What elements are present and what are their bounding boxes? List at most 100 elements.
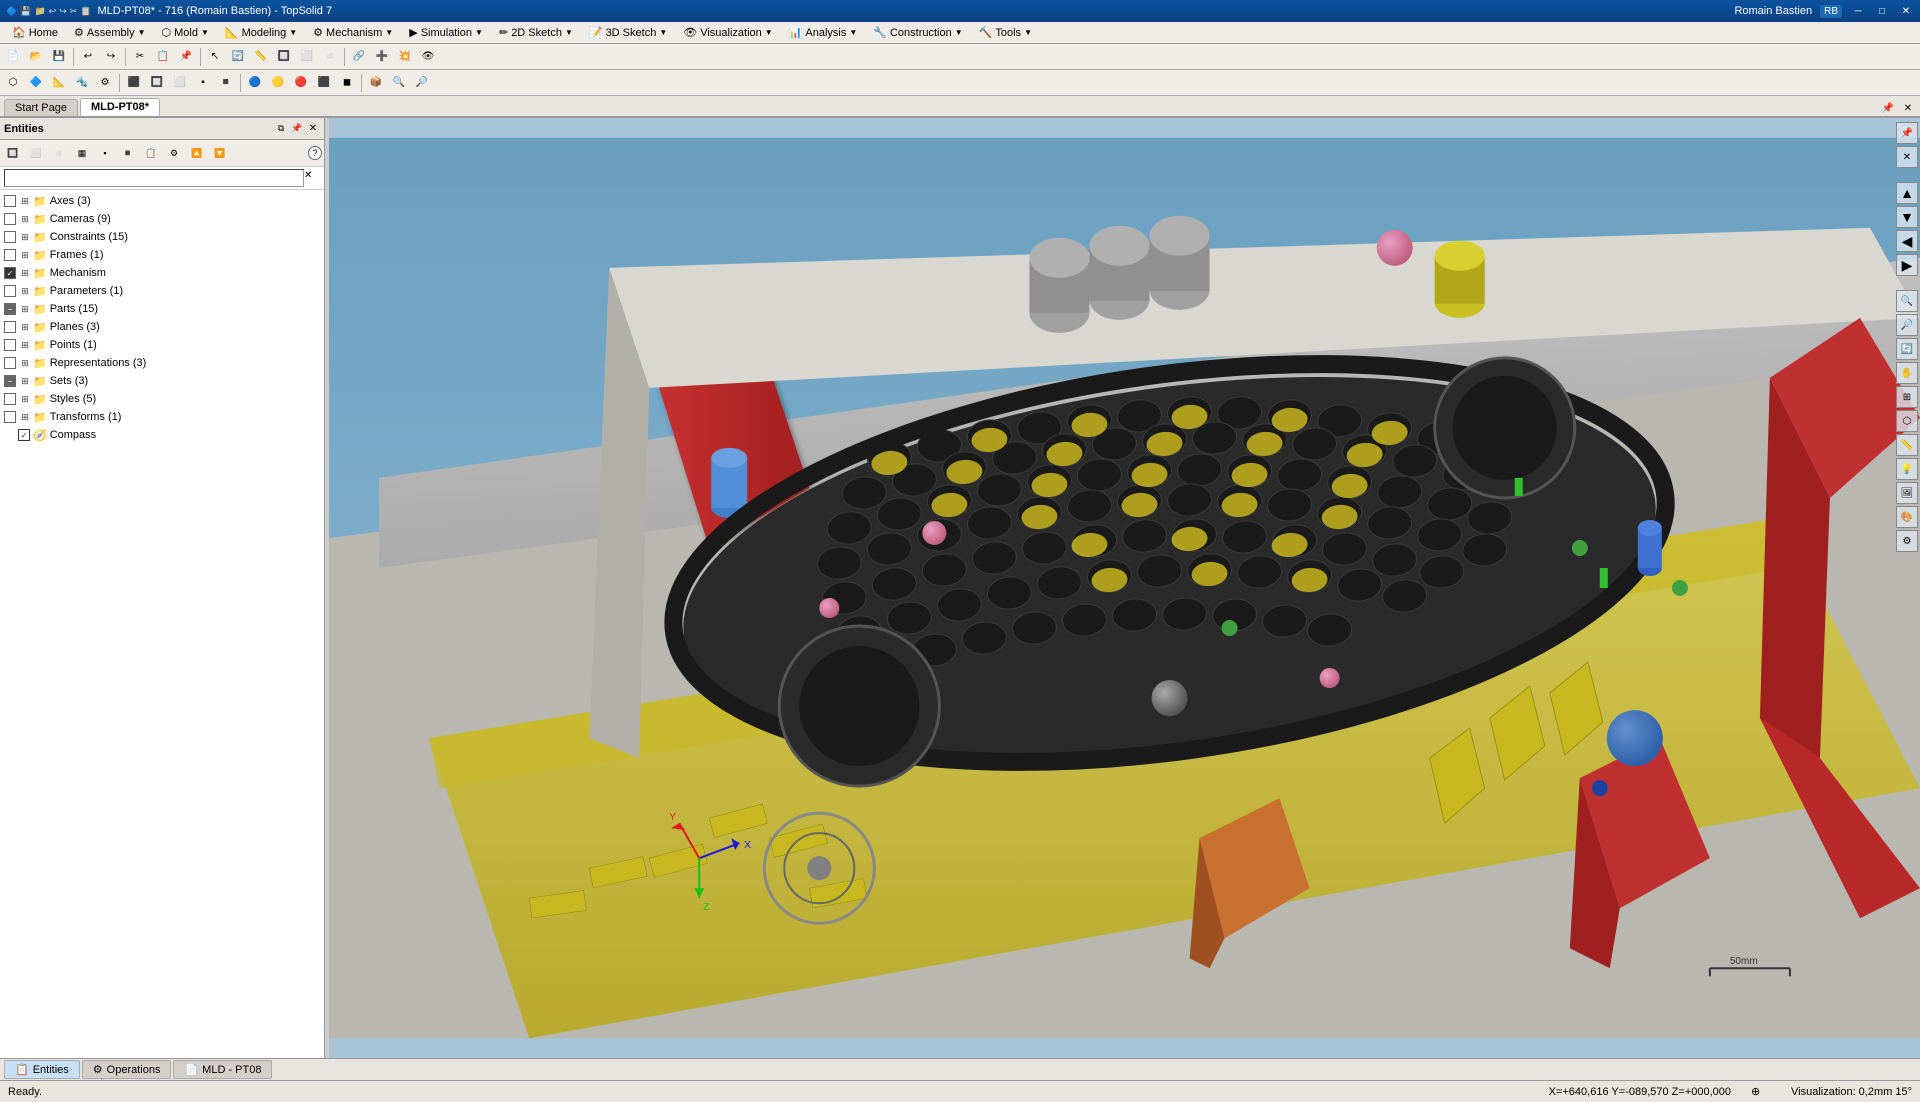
cameras-checkbox[interactable]: [4, 213, 16, 225]
tb2-16[interactable]: 📦: [365, 72, 387, 94]
tabs-close-button[interactable]: ✕: [1900, 100, 1916, 116]
sets-checkbox[interactable]: −: [4, 375, 16, 387]
menu-modeling[interactable]: 📐 Modeling ▼: [217, 22, 305, 43]
vp-close-button[interactable]: ✕: [1896, 146, 1918, 168]
tb2-8[interactable]: ⬜: [169, 72, 191, 94]
representations-expand[interactable]: ⊞: [19, 357, 31, 369]
bottom-tab-mld-pt08[interactable]: 📄 MLD - PT08: [173, 1060, 272, 1079]
vp-light[interactable]: 💡: [1896, 458, 1918, 480]
styles-checkbox[interactable]: [4, 393, 16, 405]
toolbar-icon-6[interactable]: 📋: [80, 6, 91, 17]
tb-insert[interactable]: ➕: [371, 46, 393, 68]
bottom-tab-operations[interactable]: ⚙ Operations: [82, 1060, 172, 1079]
tree-item-parameters[interactable]: ⊞ 📁 Parameters (1): [0, 282, 324, 300]
tb2-15[interactable]: ◼: [336, 72, 358, 94]
toolbar-icon-3[interactable]: ↩: [49, 6, 57, 17]
tb2-10[interactable]: ◾: [215, 72, 237, 94]
toolbar-icon-1[interactable]: 💾: [20, 6, 31, 17]
minimize-button[interactable]: ─: [1850, 4, 1866, 18]
mechanism-checkbox[interactable]: ✓: [4, 267, 16, 279]
et-btn-2[interactable]: ⬜: [25, 142, 47, 164]
vp-fit[interactable]: ⊞: [1896, 386, 1918, 408]
tb-view3[interactable]: ◽: [319, 46, 341, 68]
tb2-13[interactable]: 🔴: [290, 72, 312, 94]
nav-down-button[interactable]: ▼: [1896, 206, 1918, 228]
tree-item-representations[interactable]: ⊞ 📁 Representations (3): [0, 354, 324, 372]
et-btn-9[interactable]: 🔼: [186, 142, 208, 164]
transforms-expand[interactable]: ⊞: [19, 411, 31, 423]
entities-float-button[interactable]: ⧉: [274, 122, 288, 136]
tree-item-frames[interactable]: ⊞ 📁 Frames (1): [0, 246, 324, 264]
transforms-checkbox[interactable]: [4, 411, 16, 423]
vp-zoom-in[interactable]: 🔍: [1896, 290, 1918, 312]
cameras-expand[interactable]: ⊞: [19, 213, 31, 225]
tb-undo[interactable]: ↩: [77, 46, 99, 68]
planes-expand[interactable]: ⊞: [19, 321, 31, 333]
tb2-7[interactable]: 🔲: [146, 72, 168, 94]
constraints-checkbox[interactable]: [4, 231, 16, 243]
tb-copy[interactable]: 📋: [152, 46, 174, 68]
tree-item-transforms[interactable]: ⊞ 📁 Transforms (1): [0, 408, 324, 426]
tb2-4[interactable]: 🔩: [71, 72, 93, 94]
vp-render[interactable]: 🖼: [1896, 482, 1918, 504]
nav-left-button[interactable]: ◀: [1896, 230, 1918, 252]
tb2-6[interactable]: ⬛: [123, 72, 145, 94]
menu-assembly[interactable]: ⚙ Assembly ▼: [66, 22, 153, 43]
frames-expand[interactable]: ⊞: [19, 249, 31, 261]
axes-expand[interactable]: ⊞: [19, 195, 31, 207]
vp-color[interactable]: 🎨: [1896, 506, 1918, 528]
axes-checkbox[interactable]: [4, 195, 16, 207]
tree-item-points[interactable]: ⊞ 📁 Points (1): [0, 336, 324, 354]
tb2-2[interactable]: 🔷: [25, 72, 47, 94]
tb2-18[interactable]: 🔎: [411, 72, 433, 94]
menu-mechanism[interactable]: ⚙ Mechanism ▼: [305, 22, 401, 43]
tree-item-compass[interactable]: ✓ 🧭 Compass: [0, 426, 324, 444]
constraints-expand[interactable]: ⊞: [19, 231, 31, 243]
nav-right-button[interactable]: ▶: [1896, 254, 1918, 276]
menu-3dsketch[interactable]: 📝 3D Sketch ▼: [581, 22, 675, 43]
menu-2dsketch[interactable]: ✏ 2D Sketch ▼: [491, 22, 581, 43]
et-btn-5[interactable]: ▪: [94, 142, 116, 164]
tb2-3[interactable]: 📐: [48, 72, 70, 94]
vp-pan[interactable]: ✋: [1896, 362, 1918, 384]
vp-rotate[interactable]: 🔄: [1896, 338, 1918, 360]
parameters-checkbox[interactable]: [4, 285, 16, 297]
et-btn-1[interactable]: 🔲: [2, 142, 24, 164]
styles-expand[interactable]: ⊞: [19, 393, 31, 405]
tree-item-styles[interactable]: ⊞ 📁 Styles (5): [0, 390, 324, 408]
tb-save[interactable]: 💾: [48, 46, 70, 68]
tb-view2[interactable]: ⬜: [296, 46, 318, 68]
parts-checkbox[interactable]: −: [4, 303, 16, 315]
menu-visualization[interactable]: 👁 Visualization ▼: [675, 22, 780, 43]
tabs-pin-button[interactable]: 📌: [1880, 100, 1896, 116]
restore-button[interactable]: □: [1874, 4, 1890, 18]
tb-constraint[interactable]: 🔗: [348, 46, 370, 68]
et-btn-8[interactable]: ⚙: [163, 142, 185, 164]
vp-zoom-out[interactable]: 🔎: [1896, 314, 1918, 336]
bottom-tab-entities[interactable]: 📋 Entities: [4, 1060, 80, 1079]
tree-item-cameras[interactable]: ⊞ 📁 Cameras (9): [0, 210, 324, 228]
toolbar-icon-2[interactable]: 📁: [34, 6, 45, 17]
et-btn-7[interactable]: 📋: [140, 142, 162, 164]
tb-redo[interactable]: ↪: [100, 46, 122, 68]
tb-open[interactable]: 📂: [25, 46, 47, 68]
search-clear-button[interactable]: ✕: [304, 170, 320, 186]
vp-pin-button[interactable]: 📌: [1896, 122, 1918, 144]
entities-close-button[interactable]: ✕: [306, 122, 320, 136]
vp-measure-tool[interactable]: 📏: [1896, 434, 1918, 456]
tb-cut[interactable]: ✂: [129, 46, 151, 68]
tb2-12[interactable]: 🟡: [267, 72, 289, 94]
parts-expand[interactable]: ⊞: [19, 303, 31, 315]
nav-up-button[interactable]: ▲: [1896, 182, 1918, 204]
tree-item-axes[interactable]: ⊞ 📁 Axes (3): [0, 192, 324, 210]
vp-section[interactable]: ⬡: [1896, 410, 1918, 432]
et-btn-10[interactable]: 🔽: [209, 142, 231, 164]
tb2-1[interactable]: ⬡: [2, 72, 24, 94]
planes-checkbox[interactable]: [4, 321, 16, 333]
tb2-11[interactable]: 🔵: [244, 72, 266, 94]
tb-new[interactable]: 📄: [2, 46, 24, 68]
et-btn-3[interactable]: ◽: [48, 142, 70, 164]
tree-item-mechanism[interactable]: ✓ ⊞ 📁 Mechanism: [0, 264, 324, 282]
compass-checkbox[interactable]: ✓: [18, 429, 30, 441]
tab-mld-pt08[interactable]: MLD-PT08*: [80, 98, 160, 116]
